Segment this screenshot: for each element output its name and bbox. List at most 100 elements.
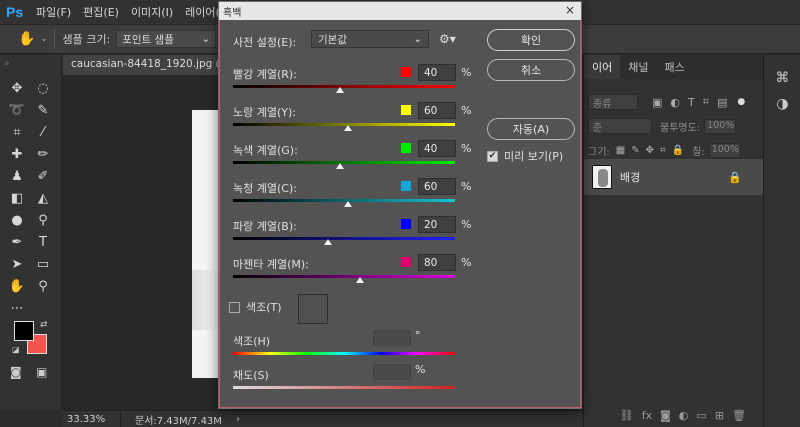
default-colors-icon[interactable]: ◪	[12, 345, 20, 354]
tab-channels[interactable]: 채널	[620, 55, 656, 79]
eraser-tool-icon[interactable]: ◧	[4, 187, 30, 209]
chevron-down-icon[interactable]: ⌄	[40, 34, 48, 44]
lasso-tool-icon[interactable]: ➰	[4, 99, 30, 121]
lock-all-icon[interactable]: 🔒	[672, 145, 684, 156]
red-slider-track[interactable]	[233, 85, 455, 88]
green-value-input[interactable]: 40	[418, 140, 456, 157]
filter-shape-icon[interactable]: ⌗	[703, 95, 709, 109]
magenta-slider-thumb[interactable]	[355, 277, 364, 283]
preview-checkbox[interactable]: ✔	[487, 150, 498, 162]
menu-edit[interactable]: 편집(E)	[83, 4, 119, 20]
layer-filter-select[interactable]: 종류	[588, 94, 638, 110]
quick-select-tool-icon[interactable]: ✎	[30, 99, 56, 121]
magenta-value-input[interactable]: 80	[418, 254, 456, 271]
history-brush-icon[interactable]: ✐	[30, 165, 56, 187]
yellow-label: 노랑 계열(Y):	[233, 106, 296, 119]
move-tool-icon[interactable]: ✥	[4, 77, 30, 99]
yellow-slider-thumb[interactable]	[344, 125, 353, 131]
sample-size-select[interactable]: 포인트 샘플 ⌄	[116, 30, 217, 48]
tab-paths[interactable]: 패스	[657, 55, 693, 79]
saturation-slider-track[interactable]	[233, 386, 455, 389]
new-layer-icon[interactable]: ⊞	[715, 409, 724, 422]
tint-color-swatch[interactable]	[298, 294, 328, 324]
tab-layers[interactable]: 이어	[584, 55, 621, 79]
green-slider-track[interactable]	[233, 161, 455, 164]
green-slider-thumb[interactable]	[335, 163, 344, 169]
cancel-button[interactable]: 취소	[487, 59, 575, 81]
eyedropper-hand-icon[interactable]: ✋	[14, 28, 40, 50]
filter-smart-icon[interactable]: ▤	[717, 96, 727, 109]
zoom-level[interactable]: 33.33%	[63, 410, 121, 427]
collapse-icon[interactable]: »	[4, 59, 10, 69]
sample-size-label: 샘플 크기:	[62, 33, 111, 46]
stamp-tool-icon[interactable]: ♟	[4, 165, 30, 187]
adjustments-icon[interactable]: ◑	[764, 91, 800, 117]
menu-file[interactable]: 파일(F)	[36, 4, 71, 20]
adjustment-layer-icon[interactable]: ◐	[679, 409, 689, 422]
preset-select[interactable]: 기본값 ⌄	[311, 30, 429, 48]
screen-mode-icon[interactable]: ▣	[36, 365, 47, 379]
ok-button[interactable]: 확인	[487, 29, 575, 51]
fx-icon[interactable]: fx	[642, 409, 652, 422]
hand-tool-icon[interactable]: ✋	[4, 275, 30, 297]
filter-type-icon[interactable]: T	[688, 96, 695, 109]
blue-value-input[interactable]: 20	[418, 216, 456, 233]
yellow-value-input[interactable]: 60	[418, 102, 456, 119]
gear-icon[interactable]: ⚙▾	[439, 32, 456, 46]
auto-button[interactable]: 자동(A)	[487, 118, 575, 140]
tool-grid: ✥ ◌ ➰ ✎ ⌗ ⁄ ✚ ✏ ♟ ✐ ◧ ◭ ● ⚲ ✒ T ➤ ▭ ✋ ⚲ …	[4, 77, 60, 319]
type-tool-icon[interactable]: T	[30, 231, 56, 253]
red-value-input[interactable]: 40	[418, 64, 456, 81]
pen-tool-icon[interactable]: ✒	[4, 231, 30, 253]
healing-tool-icon[interactable]: ✚	[4, 143, 30, 165]
blend-mode-select[interactable]: 준	[588, 118, 652, 134]
lock-transparent-icon[interactable]: ▦	[616, 145, 625, 156]
layer-row[interactable]: 배경 🔒	[584, 159, 764, 195]
saturation-input[interactable]	[373, 364, 411, 380]
red-slider-thumb[interactable]	[335, 87, 344, 93]
lock-position-icon[interactable]: ✥	[646, 145, 654, 156]
marquee-tool-icon[interactable]: ◌	[30, 77, 56, 99]
chevron-down-icon: ⌄	[413, 33, 422, 45]
swap-colors-icon[interactable]: ⇄	[40, 320, 48, 330]
status-menu-arrow-icon[interactable]: ›	[236, 414, 240, 425]
delete-layer-icon[interactable]: 🗑	[732, 409, 746, 422]
menu-image[interactable]: 이미지(I)	[131, 4, 173, 20]
hue-input[interactable]	[373, 330, 411, 346]
close-icon[interactable]: ×	[565, 3, 575, 17]
more-tools-icon[interactable]: ⋯	[4, 297, 30, 319]
libraries-icon[interactable]: ⌘	[764, 65, 800, 91]
cyan-value-input[interactable]: 60	[418, 178, 456, 195]
hue-slider-track[interactable]	[233, 352, 455, 355]
quick-mask-icon[interactable]: ◙	[10, 365, 22, 379]
opacity-input[interactable]: 100%	[704, 118, 737, 134]
lock-fill-row: 그기: ▦ ✎ ✥ ⌗ 🔒 칠: 100%	[584, 139, 764, 161]
tint-checkbox[interactable]	[229, 301, 240, 313]
link-layers-icon[interactable]: ⛓	[620, 409, 634, 422]
crop-tool-icon[interactable]: ⌗	[4, 121, 30, 143]
paint-bucket-icon[interactable]: ◭	[30, 187, 56, 209]
filter-adjust-icon[interactable]: ◐	[670, 96, 680, 109]
blur-tool-icon[interactable]: ●	[4, 209, 30, 231]
cyan-slider-thumb[interactable]	[344, 201, 353, 207]
magenta-slider-track[interactable]	[233, 275, 455, 278]
blue-slider-thumb[interactable]	[324, 239, 333, 245]
eyedropper-tool-icon[interactable]: ⁄	[30, 121, 56, 143]
lock-artboard-icon[interactable]: ⌗	[660, 145, 666, 156]
brush-tool-icon[interactable]: ✏	[30, 143, 56, 165]
new-group-icon[interactable]: ▭	[696, 409, 706, 422]
tint-row[interactable]: 색조(T)	[229, 299, 282, 315]
filter-toggle-icon[interactable]: ●	[737, 97, 745, 107]
dodge-tool-icon[interactable]: ⚲	[30, 209, 56, 231]
fill-input[interactable]: 100%	[708, 142, 741, 158]
filter-image-icon[interactable]: ▣	[652, 96, 662, 109]
foreground-color-swatch[interactable]	[14, 321, 34, 341]
lock-pixels-icon[interactable]: ✎	[631, 145, 639, 156]
path-select-icon[interactable]: ➤	[4, 253, 30, 275]
zoom-tool-icon[interactable]: ⚲	[30, 275, 56, 297]
add-mask-icon[interactable]: ◙	[660, 409, 671, 422]
preview-checkbox-row[interactable]: ✔ 미리 보기(P)	[487, 148, 563, 164]
blue-slider-track[interactable]	[233, 237, 455, 240]
dialog-titlebar[interactable]: 흑백 ×	[219, 2, 581, 20]
rectangle-tool-icon[interactable]: ▭	[30, 253, 56, 275]
